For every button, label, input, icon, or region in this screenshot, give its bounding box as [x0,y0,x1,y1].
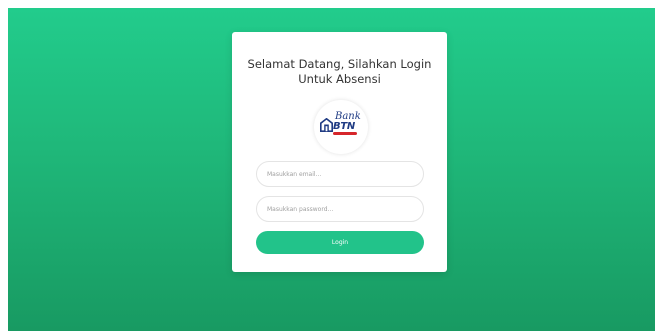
welcome-line-2: Untuk Absensi [298,72,381,86]
login-button[interactable]: Login [256,231,424,254]
welcome-heading: Selamat Datang, Silahkan Login Untuk Abs… [232,57,447,87]
logo-text-btn: BTN [333,121,355,132]
welcome-line-1: Selamat Datang, Silahkan Login [247,57,432,71]
page-background: Selamat Datang, Silahkan Login Untuk Abs… [8,8,655,331]
login-card: Selamat Datang, Silahkan Login Untuk Abs… [232,32,447,272]
logo-swoosh [333,132,357,135]
email-input[interactable] [256,161,424,187]
password-input[interactable] [256,196,424,222]
house-icon [320,118,333,132]
bank-btn-logo: Bank BTN [314,100,368,154]
